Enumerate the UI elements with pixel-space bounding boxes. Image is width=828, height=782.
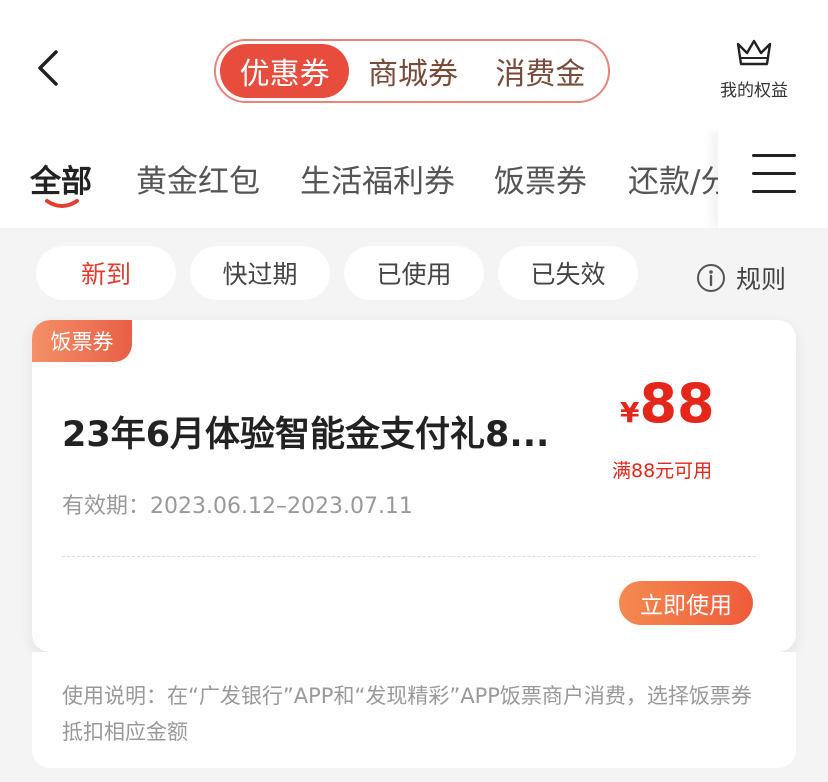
coupon-title: 23年6月体验智能金支付礼8... xyxy=(62,415,550,455)
coupon-card[interactable]: 饭票券 23年6月体验智能金支付礼8... 有效期：2023.06.12–202… xyxy=(32,320,796,652)
coupon-amount: ¥88 xyxy=(620,372,715,435)
top-bar: 优惠券 商城券 消费金 我的权益 xyxy=(0,0,828,130)
filter-expiring[interactable]: 快过期 xyxy=(190,246,330,300)
rules-label: 规则 xyxy=(736,265,787,294)
amount-value: 88 xyxy=(639,372,715,435)
dashed-divider xyxy=(62,556,756,557)
my-rights-button[interactable]: 我的权益 xyxy=(712,36,796,101)
category-tabs: 全部 黄金红包 生活福利券 饭票券 还款/分 xyxy=(0,130,828,228)
chevron-left-icon xyxy=(38,50,58,86)
my-rights-label: 我的权益 xyxy=(720,81,788,101)
back-button[interactable] xyxy=(30,48,70,88)
status-filters: 新到 快过期 已使用 已失效 规则 xyxy=(0,228,828,318)
coupon-description: 使用说明：在“广发银行”APP和“发现精彩”APP饭票商户消费，选择饭票券抵扣相… xyxy=(32,652,796,768)
tab-life-welfare[interactable]: 生活福利券 xyxy=(300,156,455,201)
coupon-condition: 满88元可用 xyxy=(612,460,713,482)
currency-symbol: ¥ xyxy=(620,396,640,429)
info-icon xyxy=(697,264,725,292)
filter-new[interactable]: 新到 xyxy=(36,246,176,300)
rules-button[interactable]: 规则 xyxy=(696,260,786,296)
filter-expired[interactable]: 已失效 xyxy=(498,246,638,300)
segment-mall-coupon[interactable]: 商城券 xyxy=(349,44,476,98)
filter-used[interactable]: 已使用 xyxy=(344,246,484,300)
menu-icon xyxy=(752,154,796,157)
active-tab-indicator xyxy=(45,199,79,208)
tab-all[interactable]: 全部 xyxy=(30,156,92,201)
tab-meal-coupon[interactable]: 饭票券 xyxy=(494,156,587,201)
coupon-type-switch: 优惠券 商城券 消费金 xyxy=(214,39,610,103)
segment-consumer-credit[interactable]: 消费金 xyxy=(477,44,604,98)
use-now-button[interactable]: 立即使用 xyxy=(619,581,753,625)
tab-repayment[interactable]: 还款/分 xyxy=(628,156,731,201)
segment-coupon[interactable]: 优惠券 xyxy=(220,44,350,98)
tab-gold-red-packet[interactable]: 黄金红包 xyxy=(136,156,260,201)
menu-button[interactable] xyxy=(752,152,798,196)
crown-icon xyxy=(736,39,772,66)
coupon-type-badge: 饭票券 xyxy=(32,320,132,362)
coupon-validity: 有效期：2023.06.12–2023.07.11 xyxy=(62,494,413,519)
